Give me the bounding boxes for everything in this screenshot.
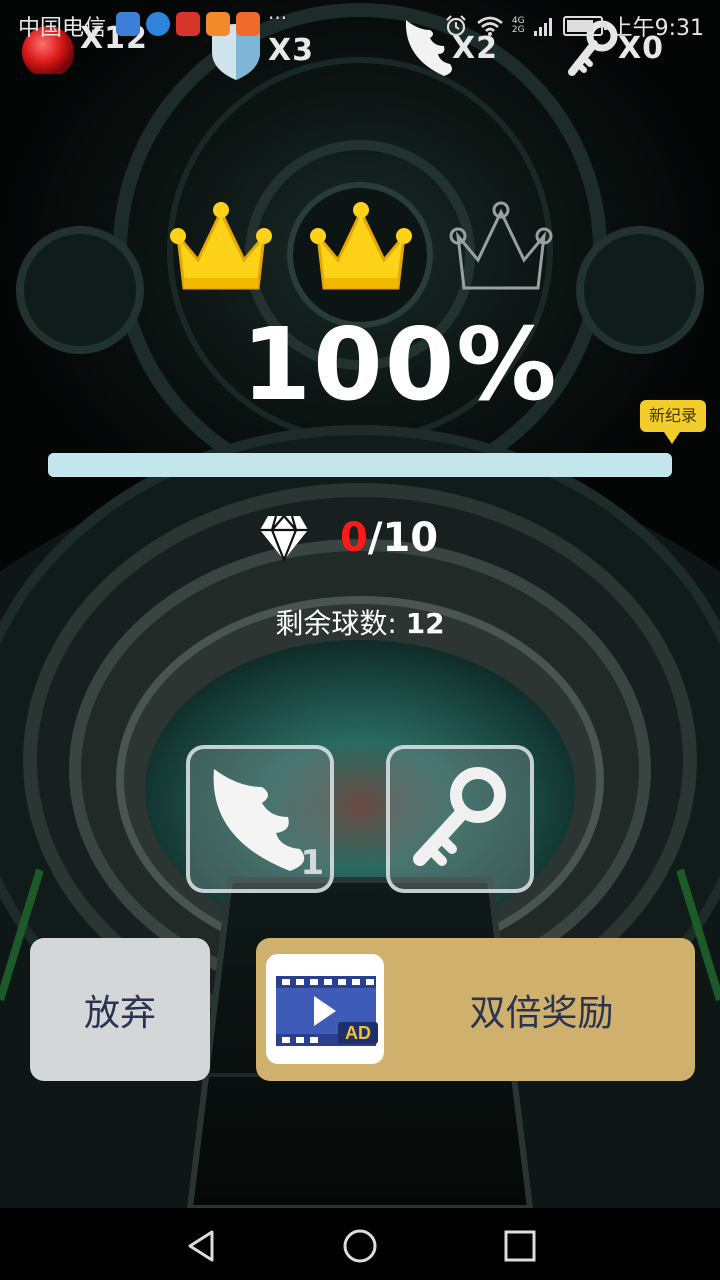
gem-count: 0/10 [340,515,438,561]
recents-icon[interactable] [500,1226,540,1266]
app-icon-uc [206,12,230,36]
signal-icon [533,18,552,36]
balls-remaining-label: 剩余球数: [275,607,406,640]
double-reward-label: 双倍奖励 [469,992,614,1034]
ad-badge: AD [345,1023,371,1043]
film-icon: AD [276,976,378,1046]
carrier-label: 中国电信 [18,16,107,41]
video-ad-icon: AD [266,954,384,1064]
app-icon-browser [146,12,170,36]
crown-empty-icon [449,201,553,290]
crown-earned-icon [170,202,272,290]
double-reward-button[interactable]: AD 双倍奖励 [256,938,695,1081]
app-icon-blue-circle [116,12,140,36]
app-icon-video [236,12,260,36]
balls-remaining: 剩余球数: 12 [0,602,720,642]
network-type: 4G 2G [511,16,525,35]
key-icon [413,767,506,866]
wing-item-button[interactable]: 1 [186,745,334,893]
gems-total: /10 [367,515,439,561]
alarm-icon [446,15,466,37]
status-bar: 中国电信 ··· 4G 2G 上午9:31 [0,0,720,50]
app-icon-news [176,12,200,36]
clock: 上午9:31 [610,16,704,41]
gems-collected: 0 [340,515,368,561]
system-status: 4G 2G 上午9:31 [444,10,704,42]
crown-earned-icon [310,202,412,290]
gem-counter: 0/10 [258,508,438,568]
completion-percent: 100% [241,306,559,423]
progress-fill [48,453,672,477]
wing-item-count: 1 [300,843,324,883]
more-notifications-icon: ··· [268,6,288,30]
new-record-badge: 新纪录 [640,400,706,444]
crown-rating [160,196,560,306]
battery-icon [562,16,607,36]
diamond-icon [260,515,308,562]
give-up-button[interactable]: 放弃 [30,938,210,1081]
progress-bar [48,453,672,477]
home-icon[interactable] [340,1226,380,1266]
balls-remaining-value: 12 [405,607,445,640]
wifi-icon [477,16,503,36]
navigation-bar [0,1208,720,1280]
key-item-button[interactable] [386,745,534,893]
notification-icons [116,12,260,36]
back-icon[interactable] [182,1226,222,1266]
